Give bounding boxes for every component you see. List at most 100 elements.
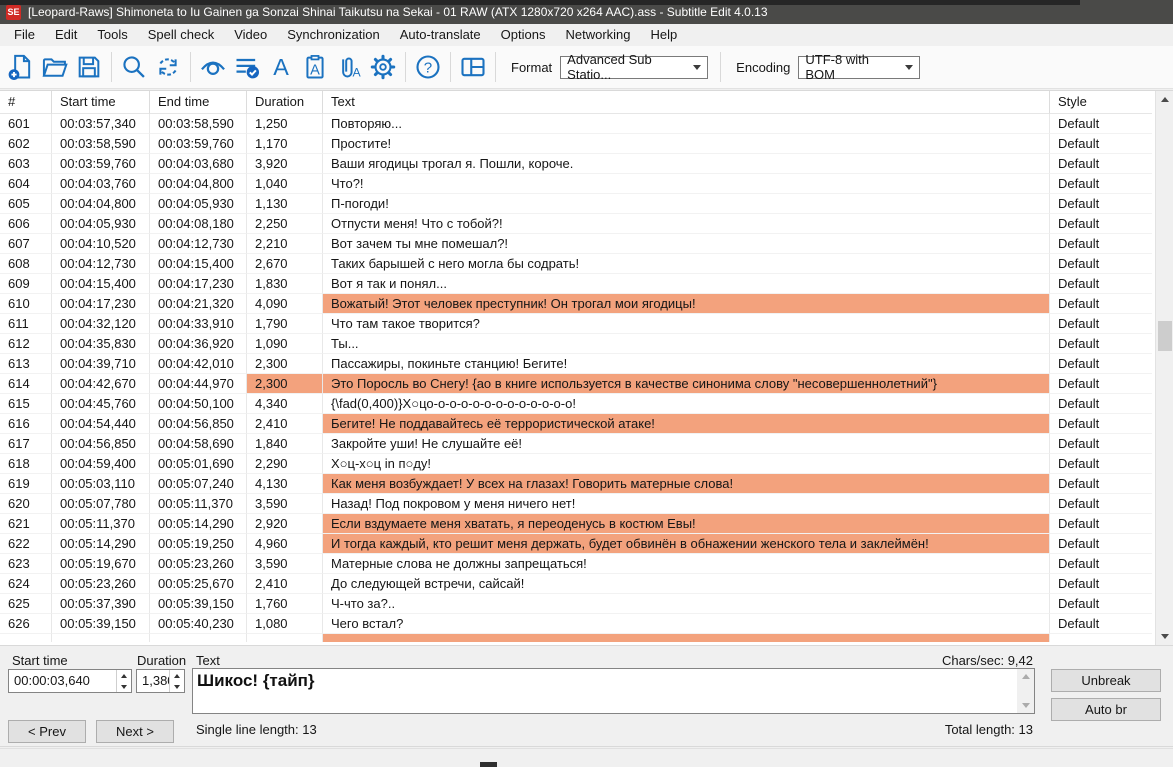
cell-num: 611 xyxy=(0,314,52,334)
table-row[interactable]: 61700:04:56,85000:04:58,6901,840Закройте… xyxy=(0,434,1152,454)
column-header-text[interactable]: Text xyxy=(323,91,1050,114)
menu-auto-translate[interactable]: Auto-translate xyxy=(390,24,491,46)
cell-style: Default xyxy=(1050,314,1152,334)
table-row[interactable]: 60900:04:15,40000:04:17,2301,830Вот я та… xyxy=(0,274,1152,294)
layout-button[interactable] xyxy=(456,50,490,84)
menu-synchronization[interactable]: Synchronization xyxy=(277,24,390,46)
find-button[interactable] xyxy=(117,50,151,84)
column-header-duration[interactable]: Duration xyxy=(247,91,323,114)
cell-end: 00:04:58,690 xyxy=(150,434,247,454)
menu-help[interactable]: Help xyxy=(641,24,688,46)
fix-common-errors-button[interactable]: A xyxy=(298,50,332,84)
column-header-start-time[interactable]: Start time xyxy=(52,91,150,114)
spell-check-button[interactable] xyxy=(230,50,264,84)
settings-button[interactable] xyxy=(366,50,400,84)
prev-button[interactable]: < Prev xyxy=(8,720,86,743)
subtitle-text-input[interactable]: Шикос! {тайп} xyxy=(193,669,1017,713)
table-row[interactable]: 61300:04:39,71000:04:42,0102,300Пассажир… xyxy=(0,354,1152,374)
scroll-up-button[interactable] xyxy=(1156,91,1173,108)
menu-video[interactable]: Video xyxy=(224,24,277,46)
textarea-scrollbar[interactable] xyxy=(1017,669,1034,713)
cell-end: 00:05:39,150 xyxy=(150,594,247,614)
cell-text: Х○ц-х○ц in п○ду! xyxy=(323,454,1050,474)
table-row[interactable]: 62200:05:14,29000:05:19,2504,960И тогда … xyxy=(0,534,1152,554)
scroll-down-button[interactable] xyxy=(1156,628,1173,645)
table-scrollbar[interactable] xyxy=(1155,91,1173,645)
table-row[interactable]: 60700:04:10,52000:04:12,7302,210Вот заче… xyxy=(0,234,1152,254)
cell-end: 00:04:05,930 xyxy=(150,194,247,214)
clipboard-a-icon: A xyxy=(301,53,329,81)
start-time-input[interactable]: 00:00:03,640 xyxy=(8,669,132,693)
scroll-down-button[interactable] xyxy=(1017,698,1034,713)
table-row[interactable]: 62000:05:07,78000:05:11,3703,590Назад! П… xyxy=(0,494,1152,514)
table-row[interactable]: 62600:05:39,15000:05:40,2301,080Чего вст… xyxy=(0,614,1152,634)
cell-style: Default xyxy=(1050,414,1152,434)
new-file-button[interactable] xyxy=(4,50,38,84)
table-row[interactable]: 62400:05:23,26000:05:25,6702,410До следу… xyxy=(0,574,1152,594)
menu-tools[interactable]: Tools xyxy=(87,24,137,46)
scrollbar-thumb[interactable] xyxy=(1158,321,1172,351)
format-dropdown[interactable]: Advanced Sub Statio... xyxy=(560,56,708,79)
table-row[interactable]: 61000:04:17,23000:04:21,3204,090Вожатый!… xyxy=(0,294,1152,314)
cell-style: Default xyxy=(1050,174,1152,194)
table-row[interactable]: 61100:04:32,12000:04:33,9101,790Что там … xyxy=(0,314,1152,334)
cell-end: 00:05:11,370 xyxy=(150,494,247,514)
menu-spell-check[interactable]: Spell check xyxy=(138,24,224,46)
cell-style: Default xyxy=(1050,514,1152,534)
subtitle-list: # Start time End time Duration Text Styl… xyxy=(0,90,1173,646)
table-row[interactable]: 60600:04:05,93000:04:08,1802,250Отпусти … xyxy=(0,214,1152,234)
table-row[interactable]: 60400:04:03,76000:04:04,8001,040Что?!Def… xyxy=(0,174,1152,194)
cell-end: 00:05:23,260 xyxy=(150,554,247,574)
cell-text: Вожатый! Этот человек преступник! Он тро… xyxy=(323,294,1050,314)
table-row[interactable]: 60500:04:04,80000:04:05,9301,130П-погоди… xyxy=(0,194,1152,214)
table-row[interactable]: 62300:05:19,67000:05:23,2603,590Матерные… xyxy=(0,554,1152,574)
table-row[interactable]: 61400:04:42,67000:04:44,9702,300Это Поро… xyxy=(0,374,1152,394)
save-button[interactable] xyxy=(72,50,106,84)
next-button[interactable]: Next > xyxy=(96,720,174,743)
cell-end: 00:04:44,970 xyxy=(150,374,247,394)
cell-style: Default xyxy=(1050,554,1152,574)
duration-input[interactable]: 1,380 xyxy=(136,669,185,693)
column-header-style[interactable]: Style xyxy=(1050,91,1152,114)
table-row[interactable]: 61500:04:45,76000:04:50,1004,340{\fad(0,… xyxy=(0,394,1152,414)
svg-text:?: ? xyxy=(424,59,432,76)
visual-sync-button[interactable] xyxy=(196,50,230,84)
menu-options[interactable]: Options xyxy=(491,24,556,46)
table-row[interactable]: 60100:03:57,34000:03:58,5901,250Повторяю… xyxy=(0,114,1152,134)
replace-button[interactable] xyxy=(151,50,185,84)
table-row[interactable]: 62100:05:11,37000:05:14,2902,920Если взд… xyxy=(0,514,1152,534)
table-row[interactable]: 62500:05:37,39000:05:39,1501,760Ч-что за… xyxy=(0,594,1152,614)
cell-num: 619 xyxy=(0,474,52,494)
attachment-button[interactable]: A xyxy=(332,50,366,84)
remove-text-formatting-button[interactable]: A xyxy=(264,50,298,84)
help-button[interactable]: ? xyxy=(411,50,445,84)
menu-networking[interactable]: Networking xyxy=(555,24,640,46)
scroll-up-button[interactable] xyxy=(1017,669,1034,684)
table-row[interactable]: 61800:04:59,40000:05:01,6902,290Х○ц-х○ц … xyxy=(0,454,1152,474)
duration-spinner[interactable] xyxy=(169,670,184,692)
column-header-end-time[interactable]: End time xyxy=(150,91,247,114)
encoding-dropdown[interactable]: UTF-8 with BOM xyxy=(798,56,920,79)
table-row[interactable]: 60200:03:58,59000:03:59,7601,170Простите… xyxy=(0,134,1152,154)
table-row[interactable]: 61900:05:03,11000:05:07,2404,130Как меня… xyxy=(0,474,1152,494)
table-row[interactable]: 61200:04:35,83000:04:36,9201,090Ты...Def… xyxy=(0,334,1152,354)
menu-edit[interactable]: Edit xyxy=(45,24,87,46)
column-header-number[interactable]: # xyxy=(0,91,52,114)
cell-dur: 2,670 xyxy=(247,254,323,274)
cell-text: Вот я так и понял... xyxy=(323,274,1050,294)
table-row[interactable]: 60800:04:12,73000:04:15,4002,670Таких ба… xyxy=(0,254,1152,274)
edit-panel: Start time Duration Text Chars/sec: 9,42… xyxy=(0,647,1173,747)
cell-text: Что там такое творится? xyxy=(323,314,1050,334)
cell-dur xyxy=(247,634,323,642)
cell-dur: 1,840 xyxy=(247,434,323,454)
table-row[interactable]: 61600:04:54,44000:04:56,8502,410Бегите! … xyxy=(0,414,1152,434)
unbreak-button[interactable]: Unbreak xyxy=(1051,669,1161,692)
cell-end: 00:05:07,240 xyxy=(150,474,247,494)
toolbar-separator xyxy=(495,52,496,82)
table-row[interactable]: 60300:03:59,76000:04:03,6803,920Ваши яго… xyxy=(0,154,1152,174)
start-time-spinner[interactable] xyxy=(116,670,131,692)
open-file-button[interactable] xyxy=(38,50,72,84)
menu-file[interactable]: File xyxy=(4,24,45,46)
cell-num: 604 xyxy=(0,174,52,194)
auto-br-button[interactable]: Auto br xyxy=(1051,698,1161,721)
